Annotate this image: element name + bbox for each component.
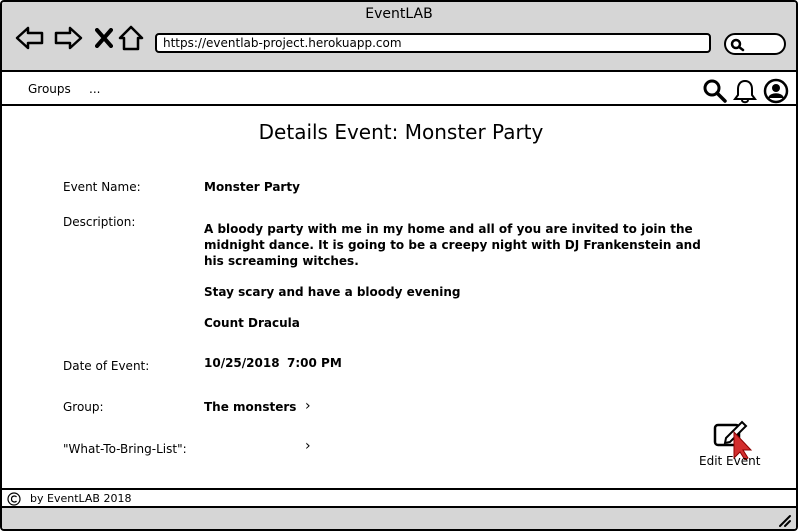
bring-list-chevron-icon[interactable]: › <box>305 438 311 454</box>
time-value: 7:00 PM <box>287 356 342 370</box>
date-label: Date of Event: <box>63 359 150 373</box>
event-name-label: Event Name: <box>63 180 141 194</box>
description-value: A bloody party with me in my home and al… <box>204 221 714 346</box>
menu-item-more[interactable]: ... <box>89 82 100 96</box>
footer-text: by EventLAB 2018 <box>30 492 132 505</box>
bring-list-label: "What-To-Bring-List": <box>63 442 187 456</box>
event-name-value: Monster Party <box>204 180 300 194</box>
home-icon[interactable] <box>115 22 147 54</box>
description-paragraph: Stay scary and have a bloody evening <box>204 285 461 299</box>
browser-search-button[interactable] <box>724 33 786 55</box>
footer: by EventLAB 2018 <box>2 488 796 508</box>
window-title: EventLAB <box>365 6 433 22</box>
group-value[interactable]: The monsters <box>204 400 296 414</box>
description-label: Description: <box>63 215 136 229</box>
edit-event-label: Edit Event <box>699 454 761 468</box>
resize-grip-icon[interactable] <box>778 514 792 528</box>
browser-window: EventLAB https://eventlab-project.heroku… <box>0 0 798 531</box>
group-chevron-icon[interactable]: › <box>305 398 311 414</box>
url-bar[interactable]: https://eventlab-project.herokuapp.com <box>155 33 711 53</box>
search-icon <box>730 38 745 52</box>
browser-chrome: EventLAB https://eventlab-project.heroku… <box>2 2 796 72</box>
date-value: 10/25/2018 <box>204 356 280 370</box>
menu-item-groups[interactable]: Groups <box>28 82 71 96</box>
app-header: Groups ... <box>2 74 796 106</box>
status-bar <box>2 506 796 529</box>
forward-icon[interactable] <box>52 22 84 54</box>
back-icon[interactable] <box>14 22 46 54</box>
edit-event-button[interactable]: Edit Event <box>692 420 772 480</box>
bell-icon[interactable] <box>732 78 758 104</box>
copyright-icon <box>7 492 21 506</box>
description-paragraph: Count Dracula <box>204 316 300 330</box>
description-paragraph: A bloody party with me in my home and al… <box>204 222 701 268</box>
page-title: Details Event: Monster Party <box>258 120 544 144</box>
search-icon[interactable] <box>702 78 728 104</box>
user-icon[interactable] <box>763 78 789 104</box>
group-label: Group: <box>63 400 104 414</box>
